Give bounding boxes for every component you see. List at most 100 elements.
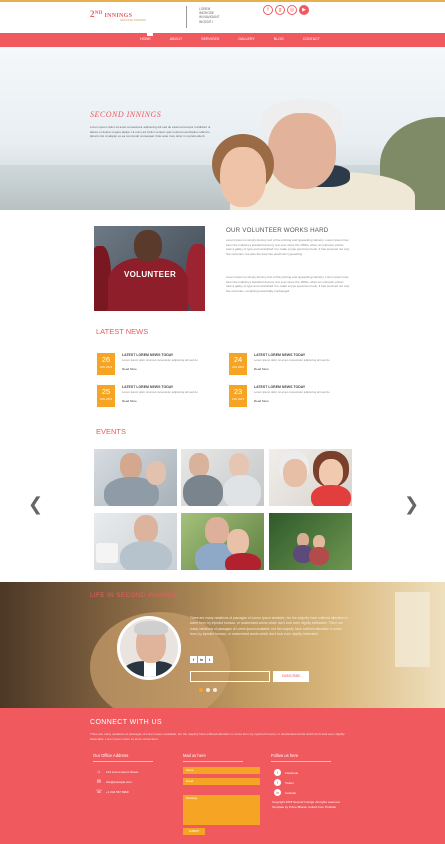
phone-icon: ☏: [96, 789, 103, 795]
event-laptop: [96, 543, 118, 563]
event-photo[interactable]: [269, 449, 352, 506]
pager-dot[interactable]: [213, 688, 217, 692]
follow-label: Twitter: [285, 780, 294, 785]
hero-man-face: [268, 113, 336, 189]
footer-text: There are many variations of passages of…: [90, 732, 345, 741]
office-email[interactable]: info@example.com: [106, 780, 132, 784]
nav-home[interactable]: HOME: [140, 37, 151, 41]
pager-dot[interactable]: [199, 688, 203, 692]
subscribe-email-input[interactable]: [190, 671, 270, 682]
news-date-badge: 26 JAN 2015: [97, 353, 115, 375]
dribbble-icon[interactable]: ◎: [287, 5, 297, 15]
news-month: JAN 2015: [231, 397, 245, 401]
event-person-body: [309, 547, 329, 565]
office-address-title: Our Office Address: [93, 753, 129, 758]
testimonial-text: There are many variations of passages of…: [190, 616, 348, 636]
office-address: 123 Lorem Ipsum Street: [106, 770, 139, 774]
volunteer-title: OUR VOLUNTEER WORKS HARD: [226, 227, 329, 234]
name-field[interactable]: [183, 767, 260, 774]
email-field-label: Email: [186, 779, 193, 783]
facebook-icon[interactable]: f: [263, 5, 273, 15]
follow-us-title: Follow us here: [271, 753, 299, 758]
hero-title: SECOND INNINGS: [90, 110, 162, 119]
facebook-icon[interactable]: f: [190, 656, 197, 663]
event-person-face: [189, 453, 209, 477]
event-photo[interactable]: [269, 513, 352, 570]
news-headline[interactable]: LATEST LOREM NEWS TODAY: [122, 353, 173, 357]
hero-banner: [0, 47, 445, 210]
nav-gallery[interactable]: GALLERY: [238, 37, 255, 41]
hero-sky: [0, 47, 445, 147]
event-person-body: [183, 475, 223, 506]
nav-services[interactable]: SERVICES: [201, 37, 219, 41]
news-read-more[interactable]: Read More: [122, 399, 137, 403]
news-headline[interactable]: LATEST LOREM NEWS TODAY: [254, 353, 305, 357]
youtube-icon[interactable]: ▶: [299, 5, 309, 15]
volunteer-shirt-label: VOLUNTEER: [124, 270, 177, 279]
event-photo[interactable]: [94, 513, 177, 570]
event-person-body: [225, 553, 261, 570]
google-plus-icon[interactable]: g: [275, 5, 285, 15]
follow-row[interactable]: t Twitter: [274, 779, 294, 786]
testimonial-bg-window: [395, 592, 430, 667]
event-photo[interactable]: [181, 449, 264, 506]
subscribe-button[interactable]: SUBSCRIBE: [273, 671, 309, 682]
follow-row[interactable]: in Linkedin: [274, 789, 296, 796]
news-day: 25: [101, 387, 111, 396]
email-field[interactable]: [183, 778, 260, 785]
testimonial-avatar: [117, 616, 181, 680]
volunteer-head: [134, 230, 162, 262]
testimonial-pager: [199, 688, 217, 692]
twitter-icon: t: [274, 779, 281, 786]
volunteer-text-1: Lorem Ipsum is simply dummy text of the …: [226, 238, 350, 256]
news-headline[interactable]: LATEST LOREM NEWS TODAY: [254, 385, 305, 389]
volunteer-image: [94, 226, 205, 311]
news-read-more[interactable]: Read More: [254, 367, 269, 371]
news-item[interactable]: 23 JAN 2015 LATEST LOREM NEWS TODAY Lorem…: [229, 385, 339, 415]
event-person-body: [223, 475, 261, 506]
news-read-more[interactable]: Read More: [254, 399, 269, 403]
nav-about[interactable]: ABOUT: [170, 37, 182, 41]
nav-blog[interactable]: BLOG: [274, 37, 284, 41]
volunteer-shirt: [108, 258, 188, 311]
follow-label: Facebook: [285, 770, 299, 775]
nav-contact[interactable]: CONTACT: [303, 37, 320, 41]
testimonial-social: f in t: [190, 656, 213, 663]
event-person-face: [120, 453, 142, 479]
footer-col-divider: [93, 761, 153, 762]
event-person-body: [120, 541, 172, 570]
chevron-left-icon[interactable]: ❮: [28, 494, 43, 515]
news-day: 23: [233, 387, 243, 396]
event-photo[interactable]: [181, 513, 264, 570]
event-person-face: [229, 453, 249, 477]
submit-button[interactable]: SUBMIT: [183, 828, 205, 835]
pager-dot[interactable]: [206, 688, 210, 692]
mail-icon: ✉: [96, 779, 102, 785]
avatar-hair: [134, 621, 168, 635]
volunteer-text-2: Lorem Ipsum is simply dummy text of the …: [226, 275, 350, 293]
footer-col-divider: [271, 761, 331, 762]
event-photo[interactable]: [94, 449, 177, 506]
news-headline[interactable]: LATEST LOREM NEWS TODAY: [122, 385, 173, 389]
chevron-right-icon[interactable]: ❯: [404, 494, 419, 515]
facebook-icon: f: [274, 769, 281, 776]
mail-us-title: Mail us here: [183, 753, 206, 758]
office-row: ⌂ 123 Lorem Ipsum Street: [96, 769, 138, 775]
follow-row[interactable]: f Facebook: [274, 769, 298, 776]
name-field-label: Name: [186, 768, 194, 772]
news-item[interactable]: 24 JAN 2015 LATEST LOREM NEWS TODAY Lorem…: [229, 353, 339, 383]
message-label: Message: [186, 796, 198, 800]
news-date-badge: 25 JAN 2015: [97, 385, 115, 407]
twitter-icon[interactable]: t: [206, 656, 213, 663]
news-body: Lorem ipsum dolor sit amet consectetur a…: [254, 358, 330, 362]
linkedin-icon[interactable]: in: [198, 656, 205, 663]
logo-tagline: SECOND INNINGS: [120, 18, 147, 22]
avatar-shirt: [144, 661, 156, 677]
copyright-text: Copyright 2015 Second Innings. All right…: [272, 800, 341, 809]
news-read-more[interactable]: Read More: [122, 367, 137, 371]
events-title: EVENTS: [96, 427, 127, 436]
office-row: ☏ +1 234 567 8900: [96, 789, 129, 795]
news-item[interactable]: 26 JAN 2015 LATEST LOREM NEWS TODAY Lorem…: [97, 353, 207, 383]
news-day: 26: [101, 355, 111, 364]
news-item[interactable]: 25 JAN 2015 LATEST LOREM NEWS TODAY Lorem…: [97, 385, 207, 415]
